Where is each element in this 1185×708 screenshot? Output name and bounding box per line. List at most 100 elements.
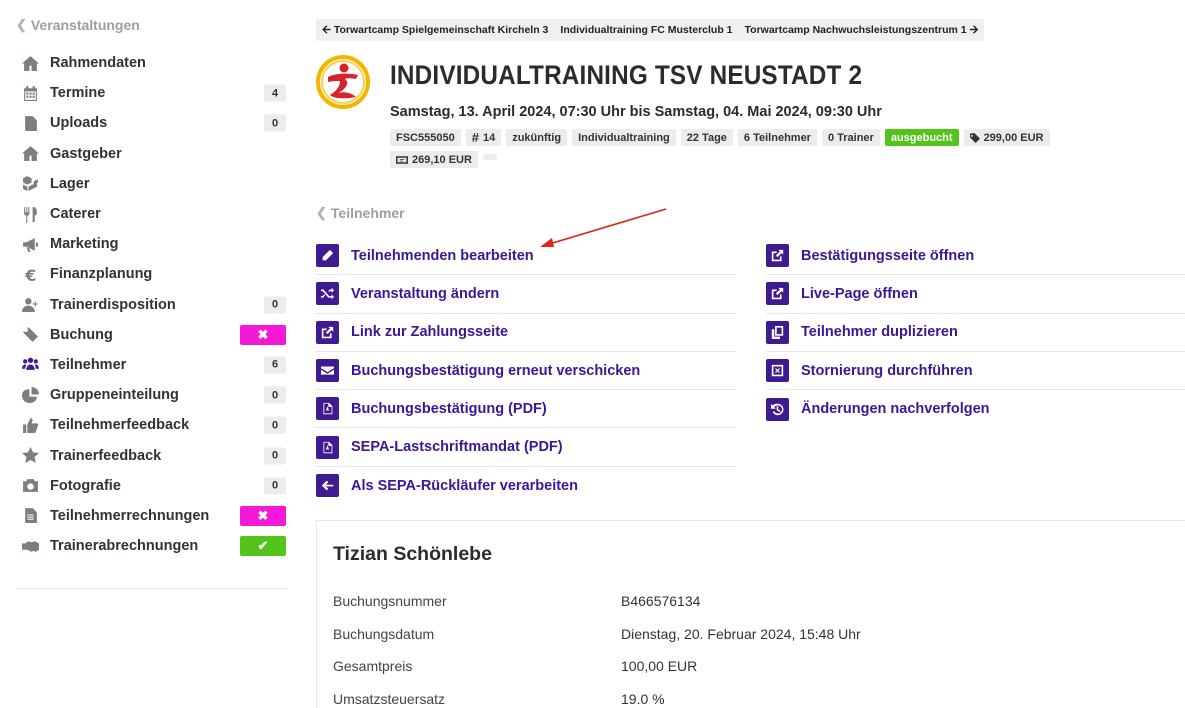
open-live-page-action[interactable]: Live-Page öffnen	[766, 275, 1185, 314]
sidebar-item-teilnehmer[interactable]: Teilnehmer 6	[16, 350, 288, 380]
club-logo	[316, 55, 370, 109]
sidebar-item-label: Lager	[50, 175, 90, 192]
prev-event-link[interactable]: 🡨 Torwartcamp Spielgemeinschaft Kircheln…	[322, 21, 548, 40]
sidebar-item-gastgeber[interactable]: Gastgeber	[16, 139, 288, 169]
event-net-price-tag: 269,10 EUR	[390, 151, 478, 168]
count-badge: 0	[264, 114, 286, 132]
handshake-icon	[20, 537, 40, 555]
event-booked-tag: ausgebucht	[884, 129, 959, 146]
shuffle-icon	[316, 282, 339, 306]
sidebar-item-finanzplanung[interactable]: € Finanzplanung	[16, 259, 288, 289]
sidebar-item-label: Teilnehmerfeedback	[50, 417, 190, 434]
event-participants-tag: 6 Teilnehmer	[737, 129, 817, 146]
sidebar-item-trainerfeedback[interactable]: Trainerfeedback 0	[16, 440, 288, 470]
sidebar-item-trainerabrechnungen[interactable]: Trainerabrechnungen ✔	[16, 531, 288, 561]
sidebar-item-uploads[interactable]: Uploads 0	[16, 108, 288, 138]
sepa-mandate-pdf-action[interactable]: SEPA-Lastschriftmandat (PDF)	[316, 428, 736, 467]
track-changes-action[interactable]: Änderungen nachverfolgen	[766, 390, 1185, 428]
sidebar-item-label: Gastgeber	[50, 145, 122, 162]
sidebar-item-label: Teilnehmer	[50, 356, 127, 373]
ticket-icon	[20, 326, 40, 344]
sidebar-item-label: Fotografie	[50, 477, 121, 494]
action-label: Live-Page öffnen	[801, 285, 918, 302]
sidebar: ❮ Veranstaltungen Rahmendaten Termine 4 …	[0, 0, 300, 708]
calendar-icon	[20, 84, 40, 102]
sidebar-item-label: Buchung	[50, 326, 113, 343]
event-net-price-value: 269,10 EUR	[412, 153, 472, 166]
count-badge: 6	[264, 356, 286, 374]
sidebar-item-label: Finanzplanung	[50, 266, 153, 283]
close-box-icon	[766, 359, 789, 383]
open-confirmation-page-action[interactable]: Bestätigungsseite öffnen	[766, 237, 1185, 276]
action-label: Buchungsbestätigung (PDF)	[351, 400, 547, 417]
sidebar-item-lager[interactable]: Lager	[16, 169, 288, 199]
sidebar-item-teilnehmerrechnungen[interactable]: Teilnehmerrechnungen ✖	[16, 501, 288, 531]
star-icon	[20, 447, 40, 465]
detail-label: Buchungsdatum	[333, 626, 435, 642]
thumbs-up-icon	[20, 416, 40, 434]
arrow-right-icon: 🡪	[969, 23, 979, 36]
actions-left-list: Teilnehmenden bearbeiten Veranstaltung ä…	[316, 237, 736, 505]
main-content: 🡨 Torwartcamp Spielgemeinschaft Kircheln…	[316, 0, 1185, 708]
detail-value: B466576134	[621, 593, 701, 609]
sidebar-item-gruppeneinteilung[interactable]: Gruppeneinteilung 0	[16, 380, 288, 410]
action-label: Buchungsbestätigung erneut verschicken	[351, 362, 641, 379]
sidebar-item-label: Uploads	[50, 115, 108, 132]
file-text-icon	[20, 507, 40, 525]
sidebar-item-termine[interactable]: Termine 4	[16, 78, 288, 108]
money-bill-icon	[396, 155, 408, 164]
empty-tag	[482, 154, 497, 160]
sidebar-item-buchung[interactable]: Buchung ✖	[16, 320, 288, 350]
back-to-events-link[interactable]: ❮ Veranstaltungen	[16, 17, 140, 33]
cubes-icon	[20, 175, 40, 193]
chevron-left-icon: ❮	[316, 205, 327, 220]
pdf-icon	[316, 397, 339, 421]
action-label: Als SEPA-Rückläufer verarbeiten	[351, 477, 578, 494]
confirmation-pdf-action[interactable]: Buchungsbestätigung (PDF)	[316, 390, 736, 429]
count-badge: 0	[264, 296, 286, 314]
event-price-tag: 299,00 EUR	[963, 129, 1050, 146]
users-icon	[20, 356, 40, 374]
detail-value: 19.0 %	[621, 691, 665, 707]
change-event-action[interactable]: Veranstaltung ändern	[316, 275, 736, 314]
copy-icon	[766, 320, 789, 344]
external-link-icon	[316, 320, 339, 344]
back-to-participants-link[interactable]: ❮ Teilnehmer	[316, 205, 405, 221]
sidebar-item-label: Gruppeneinteilung	[50, 387, 179, 404]
sidebar-item-marketing[interactable]: Marketing	[16, 229, 288, 259]
sidebar-item-fotografie[interactable]: Fotografie 0	[16, 471, 288, 501]
detail-label: Buchungsnummer	[333, 593, 447, 609]
participant-name: Tizian Schönlebe	[333, 543, 492, 565]
event-days-tag: 22 Tage	[680, 129, 733, 146]
actions-right-list: Bestätigungsseite öffnen Live-Page öffne…	[766, 237, 1185, 428]
cancel-booking-action[interactable]: Stornierung durchführen	[766, 352, 1185, 391]
count-badge: 0	[264, 386, 286, 404]
sidebar-item-label: Caterer	[50, 206, 101, 223]
action-label: Änderungen nachverfolgen	[801, 401, 990, 418]
edit-participant-action[interactable]: Teilnehmenden bearbeiten	[316, 237, 736, 276]
payment-link-action[interactable]: Link zur Zahlungsseite	[316, 314, 736, 352]
event-state-tag: zukünftig	[506, 129, 568, 146]
sidebar-nav: Rahmendaten Termine 4 Uploads 0 Gastgebe…	[16, 48, 288, 561]
duplicate-participant-action[interactable]: Teilnehmer duplizieren	[766, 314, 1185, 352]
sidebar-item-label: Termine	[50, 85, 106, 102]
action-label: Link zur Zahlungsseite	[351, 324, 509, 341]
participant-details-card: Tizian Schönlebe Buchungsnummer B4665761…	[316, 520, 1185, 708]
count-badge: 4	[264, 84, 286, 102]
sidebar-item-trainerdisposition[interactable]: Trainerdisposition 0	[16, 290, 288, 320]
home-icon	[20, 145, 40, 163]
user-plus-icon	[20, 296, 40, 314]
external-link-icon	[766, 282, 789, 306]
count-badge: 0	[264, 477, 286, 495]
euro-icon: €	[20, 265, 40, 283]
sidebar-item-caterer[interactable]: Caterer	[16, 199, 288, 229]
price-tag-icon	[969, 132, 980, 143]
next-event-link[interactable]: Torwartcamp Nachwuchsleistungszentrum 1 …	[745, 21, 979, 40]
back-link-label: Veranstaltungen	[30, 17, 140, 33]
current-event-label: Individualtraining FC Musterclub 1	[560, 24, 733, 36]
resend-confirmation-action[interactable]: Buchungsbestätigung erneut verschicken	[316, 352, 736, 391]
sidebar-item-teilnehmerfeedback[interactable]: Teilnehmerfeedback 0	[16, 410, 288, 440]
sepa-return-action[interactable]: Als SEPA-Rückläufer verarbeiten	[316, 467, 736, 505]
sidebar-item-rahmendaten[interactable]: Rahmendaten	[16, 48, 288, 78]
file-icon	[20, 114, 40, 132]
